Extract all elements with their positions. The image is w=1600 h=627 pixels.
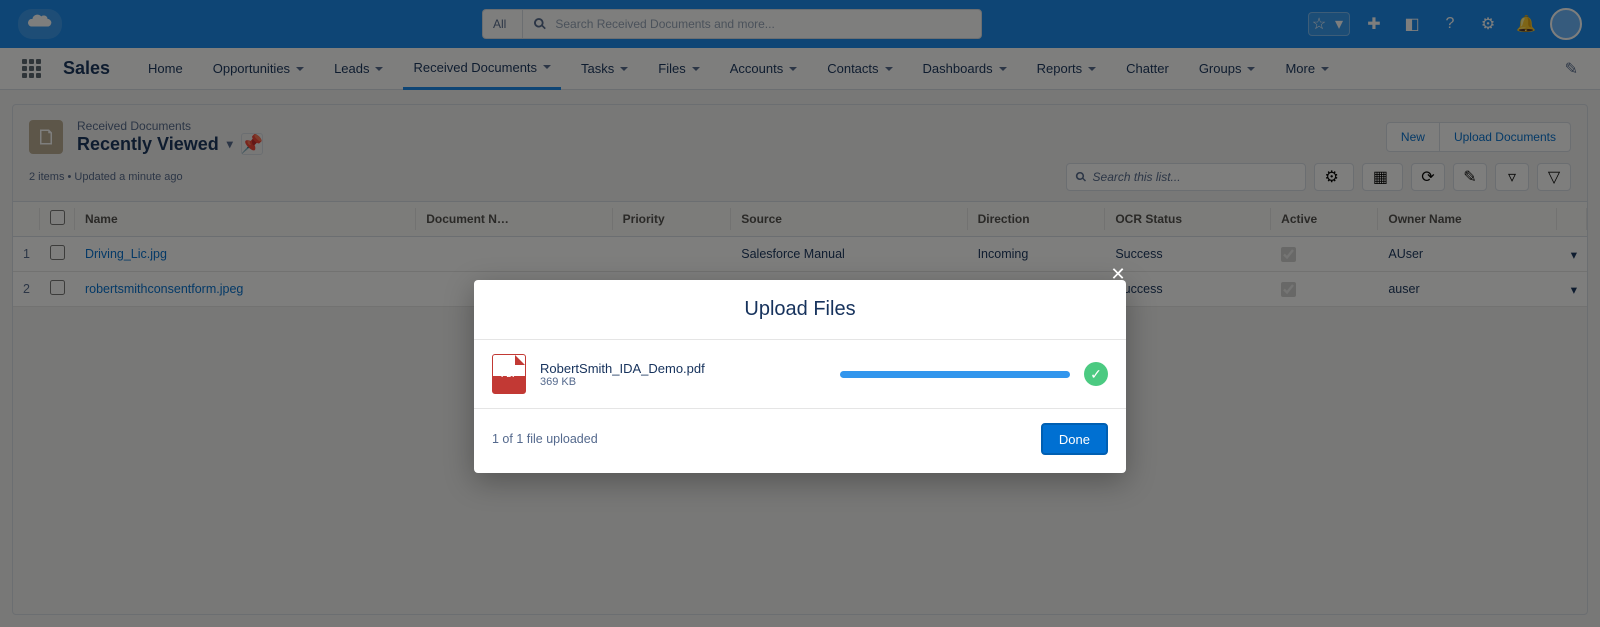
- file-name: RobertSmith_IDA_Demo.pdf: [540, 361, 826, 376]
- upload-success-icon: ✓: [1084, 362, 1108, 386]
- pdf-file-icon: PDF: [492, 354, 526, 394]
- upload-file-row: PDF RobertSmith_IDA_Demo.pdf 369 KB ✓: [474, 339, 1126, 409]
- modal-backdrop: ✕ Upload Files PDF RobertSmith_IDA_Demo.…: [0, 0, 1600, 627]
- upload-files-modal: ✕ Upload Files PDF RobertSmith_IDA_Demo.…: [474, 280, 1126, 473]
- modal-title: Upload Files: [474, 280, 1126, 339]
- close-icon: ✕: [1110, 264, 1125, 285]
- file-size: 369 KB: [540, 376, 826, 388]
- done-button[interactable]: Done: [1041, 423, 1108, 455]
- file-info: RobertSmith_IDA_Demo.pdf 369 KB: [540, 361, 826, 388]
- modal-footer: 1 of 1 file uploaded Done: [474, 409, 1126, 473]
- upload-status-text: 1 of 1 file uploaded: [492, 432, 598, 446]
- upload-progress-bar: [840, 371, 1070, 378]
- close-button[interactable]: ✕: [1104, 260, 1132, 288]
